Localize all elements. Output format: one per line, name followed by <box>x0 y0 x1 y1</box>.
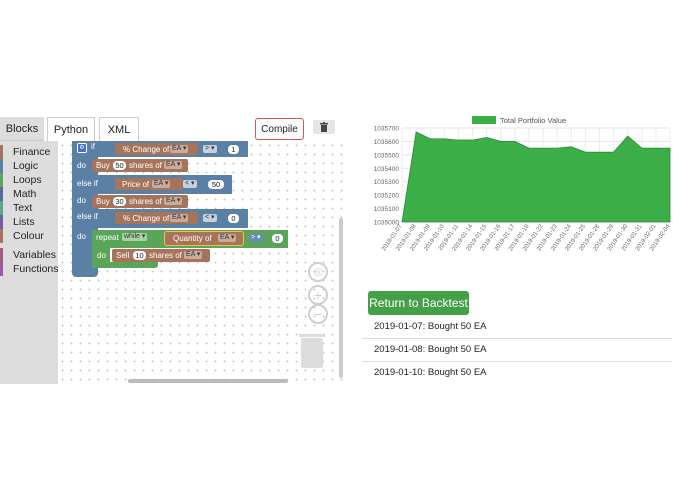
category-logic[interactable]: Logic <box>0 159 38 173</box>
do-label-4: do <box>97 251 106 260</box>
list-item: 2019-01-07: Bought 50 EA <box>362 316 672 339</box>
ticker-dropdown-3[interactable]: EA ▾ <box>152 180 171 188</box>
category-finance[interactable]: Finance <box>0 145 50 159</box>
buy-qty-input-1[interactable]: 50 <box>113 161 126 170</box>
y-tick-label: 1035300 <box>374 179 400 186</box>
recenter-icon[interactable]: ◎ <box>308 262 328 282</box>
operator-dropdown-1[interactable]: > ▾ <box>203 145 217 153</box>
delete-button[interactable] <box>313 120 335 134</box>
legend-swatch <box>472 116 496 124</box>
y-tick-label: 1035700 <box>374 126 400 133</box>
workspace-trash-icon[interactable] <box>301 338 323 368</box>
top-whitespace <box>0 0 695 115</box>
transaction-list: 2019-01-07: Bought 50 EA 2019-01-08: Bou… <box>362 316 672 385</box>
operator-dropdown-3[interactable]: < ▾ <box>203 214 217 222</box>
category-colour[interactable]: Colour <box>0 229 44 243</box>
pct-change-label-2: % Change of <box>123 214 170 223</box>
vertical-scrollbar[interactable] <box>339 218 343 378</box>
zoom-out-icon[interactable]: − <box>308 304 328 324</box>
while-dropdown[interactable]: while ▾ <box>122 233 148 241</box>
tab-blocks[interactable]: Blocks <box>0 117 44 141</box>
y-tick-label: 1035600 <box>374 139 400 146</box>
ticker-dropdown-4[interactable]: EA ▾ <box>164 197 183 205</box>
ticker-dropdown-2[interactable]: EA ▾ <box>164 161 183 169</box>
chart-svg: Total Portfolio Value 1035700 1035600 10355… <box>374 116 672 252</box>
price-of-label: Price of <box>122 180 150 189</box>
ticker-dropdown-6[interactable]: EA ▾ <box>218 234 237 242</box>
value-input-1[interactable]: 1 <box>228 145 239 154</box>
ticker-dropdown-1[interactable]: EA ▾ <box>170 145 189 153</box>
elseif-label-1: else if <box>77 179 98 188</box>
buy-label-2: Buy <box>96 197 110 206</box>
operator-dropdown-2[interactable]: < ▾ <box>183 180 197 188</box>
ticker-dropdown-5[interactable]: EA ▾ <box>170 214 189 222</box>
category-variables[interactable]: Variables <box>0 248 56 262</box>
ticker-dropdown-7[interactable]: EA ▾ <box>184 251 203 259</box>
category-lists[interactable]: Lists <box>0 215 35 229</box>
gear-icon[interactable]: ⚙ <box>77 143 87 153</box>
quantity-of-label: Quantity of <box>173 234 212 243</box>
repeat-label: repeat <box>96 233 119 242</box>
tab-python[interactable]: Python <box>47 117 95 141</box>
sell-label: Sell <box>116 251 130 260</box>
bottom-whitespace <box>0 384 695 494</box>
category-loops[interactable]: Loops <box>0 173 42 187</box>
operator-dropdown-4[interactable]: > ▾ <box>249 234 263 242</box>
sell-qty-input[interactable]: 10 <box>133 251 146 260</box>
repeat-while-footer <box>92 262 158 268</box>
value-input-4[interactable]: 0 <box>272 234 283 243</box>
do-label-1: do <box>77 161 86 170</box>
if-label: if <box>91 142 95 151</box>
category-math[interactable]: Math <box>0 187 36 201</box>
legend-label: Total Portfolio Value <box>500 116 566 125</box>
tab-xml[interactable]: XML <box>99 117 139 141</box>
elseif-label-2: else if <box>77 212 98 221</box>
trash-icon <box>320 122 328 132</box>
area-series <box>401 131 671 223</box>
category-functions[interactable]: Functions <box>0 262 59 276</box>
return-to-backtest-button[interactable]: Return to Backtest <box>368 291 469 315</box>
value-input-3[interactable]: 0 <box>228 214 239 223</box>
list-item: 2019-01-08: Bought 50 EA <box>362 339 672 362</box>
y-tick-label: 1035200 <box>374 193 400 200</box>
shares-of-label-3: shares of <box>149 251 182 260</box>
portfolio-chart: Total Portfolio Value 1035700 1035600 10355… <box>362 110 677 270</box>
y-tick-label: 1035400 <box>374 166 400 173</box>
workspace-trash-lid <box>299 334 325 337</box>
pct-change-label-1: % Change of <box>123 145 170 154</box>
zoom-in-icon[interactable]: + <box>308 285 328 305</box>
buy-label-1: Buy <box>96 161 110 170</box>
do-label-2: do <box>77 196 86 205</box>
y-tick-label: 1035100 <box>374 206 400 213</box>
compile-button[interactable]: Compile <box>255 118 304 140</box>
horizontal-scrollbar[interactable] <box>128 379 288 383</box>
y-tick-label: 1035000 <box>374 220 400 227</box>
y-tick-label: 1035500 <box>374 152 400 159</box>
category-text[interactable]: Text <box>0 201 32 215</box>
do-label-3: do <box>77 232 86 241</box>
shares-of-label-2: shares of <box>129 197 162 206</box>
shares-of-label-1: shares of <box>129 161 162 170</box>
toolbox: Finance Logic Loops Math Text Lists Colo… <box>0 141 59 384</box>
list-item: 2019-01-10: Bought 50 EA <box>362 362 672 385</box>
value-input-2[interactable]: 50 <box>208 180 224 189</box>
buy-qty-input-2[interactable]: 30 <box>113 197 126 206</box>
